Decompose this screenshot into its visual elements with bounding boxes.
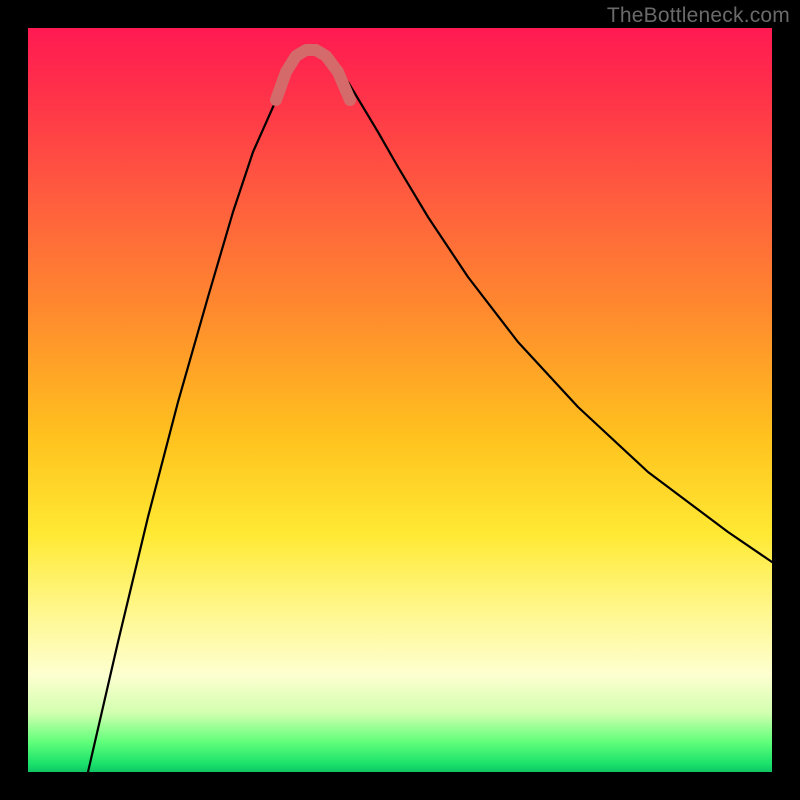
optimal-zone-marker-path [276,50,350,100]
plot-area [28,28,772,772]
watermark-text: TheBottleneck.com [607,4,790,28]
curve-svg [28,28,772,772]
chart-frame: TheBottleneck.com [0,0,800,800]
bottleneck-curve-path [88,52,772,772]
